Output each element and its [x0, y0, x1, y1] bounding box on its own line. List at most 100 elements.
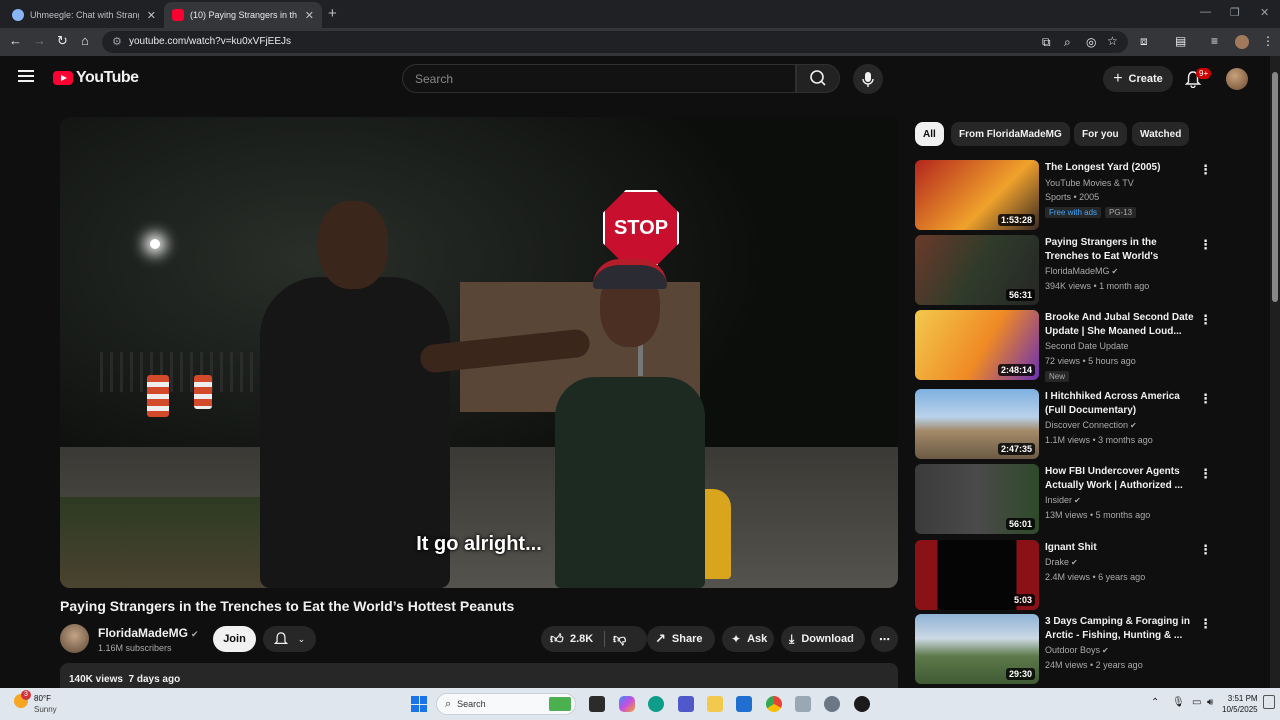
reload-icon[interactable]: ↻ [57, 33, 68, 49]
more-actions-button[interactable]: ⋯ [871, 626, 898, 652]
more-vertical-icon[interactable]: ⋮ [1199, 391, 1212, 407]
chip-all[interactable]: All [915, 122, 944, 146]
close-window-icon[interactable]: ✕ [1260, 6, 1269, 19]
video-thumbnail[interactable]: 56:31 [915, 235, 1039, 305]
share-button[interactable]: ↗ Share [647, 626, 715, 652]
recommended-channel[interactable]: Insider ✔ [1045, 495, 1081, 505]
create-button[interactable]: + Create [1103, 66, 1173, 92]
browser-tab-uhmeegle[interactable]: Uhmeegle: Chat with Strangers | ✕ [4, 2, 164, 28]
recommended-title[interactable]: Paying Strangers in the Trenches to Eat … [1045, 236, 1195, 264]
search-button[interactable] [796, 64, 840, 93]
account-avatar[interactable] [1226, 68, 1248, 90]
recommended-title[interactable]: 3 Days Camping & Foraging in Arctic - Fi… [1045, 615, 1195, 643]
channel-avatar[interactable] [60, 624, 89, 653]
task-view-icon[interactable] [589, 696, 605, 712]
recommended-title[interactable]: I Hitchhiked Across America (Full Docume… [1045, 390, 1195, 418]
settings-gear-icon[interactable] [824, 696, 840, 712]
screenshot-icon[interactable]: ◎ [1086, 35, 1096, 49]
video-thumbnail[interactable]: 56:01 [915, 464, 1039, 534]
recommended-video[interactable]: 5:03 Ignant Shit Drake ✔ 2.4M views • 6 y… [915, 540, 1215, 610]
channel-name-text[interactable]: FloridaMadeMG [1045, 266, 1110, 276]
more-vertical-icon[interactable]: ⋮ [1199, 237, 1212, 253]
close-tab-icon[interactable]: ✕ [305, 9, 314, 22]
channel-name-text[interactable]: Discover Connection [1045, 420, 1128, 430]
file-explorer-icon[interactable] [707, 696, 723, 712]
recommended-channel[interactable]: Second Date Update [1045, 341, 1129, 351]
recommended-video[interactable]: 2:47:35 I Hitchhiked Across America (Ful… [915, 389, 1215, 459]
bookmark-star-icon[interactable]: ☆ [1107, 34, 1118, 48]
search-box[interactable] [402, 64, 796, 93]
subscribed-notifications-button[interactable]: ⌄ [263, 626, 316, 652]
chrome-icon[interactable] [766, 696, 782, 712]
recommended-title[interactable]: Brooke And Jubal Second Date Update | Sh… [1045, 311, 1195, 339]
network-icon[interactable]: ▭ [1192, 697, 1201, 708]
video-thumbnail[interactable]: 1:53:28 [915, 160, 1039, 230]
chip-watched[interactable]: Watched [1132, 122, 1190, 146]
join-button[interactable]: Join [213, 626, 256, 652]
channel-name-text[interactable]: FloridaMadeMG [98, 626, 188, 640]
photos-icon[interactable] [795, 696, 811, 712]
more-vertical-icon[interactable]: ⋮ [1199, 616, 1212, 632]
windows-start-icon[interactable] [411, 696, 427, 712]
chip-for-you[interactable]: For you [1074, 122, 1127, 146]
recommended-channel[interactable]: FloridaMadeMG ✔ [1045, 266, 1118, 276]
voice-search-button[interactable] [853, 64, 883, 94]
microphone-tray-icon[interactable]: 🎙︎ [1172, 697, 1185, 708]
install-app-icon[interactable]: ⧉ [1042, 35, 1051, 50]
teams-icon[interactable] [678, 696, 694, 712]
channel-name-text[interactable]: Drake [1045, 557, 1069, 567]
volume-icon[interactable]: 🔊︎ [1207, 697, 1213, 708]
video-thumbnail[interactable]: 2:47:35 [915, 389, 1039, 459]
recording-app-icon[interactable] [854, 696, 870, 712]
microsoft-store-icon[interactable] [736, 696, 752, 712]
back-icon[interactable]: ← [9, 33, 22, 48]
address-bar[interactable]: ⚙ youtube.com/watch?v=ku0xVFjEEJs ⧉ ⌕ ◎ … [102, 31, 1128, 53]
dislike-icon[interactable]: 👎︎ [613, 631, 626, 647]
like-count[interactable]: 2.8K [570, 633, 593, 645]
sidebar-icon[interactable]: ▤ [1175, 34, 1186, 48]
extensions-icon[interactable]: ⧈ [1140, 34, 1148, 49]
recommended-title[interactable]: Ignant Shit [1045, 541, 1195, 555]
profile-avatar-icon[interactable] [1235, 35, 1249, 49]
minimize-icon[interactable]: — [1200, 6, 1211, 18]
channel-name-text[interactable]: Insider [1045, 495, 1072, 505]
home-icon[interactable]: ⌂ [81, 33, 89, 48]
recommended-title[interactable]: The Longest Yard (2005) [1045, 161, 1195, 175]
reading-list-icon[interactable]: ≡ [1211, 34, 1218, 48]
video-thumbnail[interactable]: 29:30 [915, 614, 1039, 684]
browser-menu-icon[interactable]: ⋮ [1262, 34, 1274, 48]
close-tab-icon[interactable]: ✕ [147, 9, 156, 22]
channel-name-text[interactable]: Outdoor Boys [1045, 645, 1100, 655]
recommended-video[interactable]: 29:30 3 Days Camping & Foraging in Arcti… [915, 614, 1215, 684]
edge-browser-icon[interactable] [648, 696, 664, 712]
video-thumbnail[interactable]: 2:48:14 [915, 310, 1039, 380]
menu-icon[interactable] [18, 70, 34, 82]
more-vertical-icon[interactable]: ⋮ [1199, 542, 1212, 558]
maximize-icon[interactable]: ❐ [1230, 6, 1240, 19]
search-input[interactable] [403, 65, 783, 92]
like-icon[interactable]: 👍︎ [550, 631, 564, 647]
more-vertical-icon[interactable]: ⋮ [1199, 312, 1212, 328]
video-thumbnail[interactable]: 5:03 [915, 540, 1039, 610]
notification-center-icon[interactable] [1263, 695, 1275, 709]
youtube-logo[interactable]: YouTube [53, 69, 139, 87]
copilot-icon[interactable] [619, 696, 635, 712]
show-hidden-icons[interactable]: ⌃ [1151, 697, 1159, 708]
ask-button[interactable]: ✦ Ask [722, 626, 774, 652]
recommended-channel[interactable]: Outdoor Boys ✔ [1045, 645, 1109, 655]
system-clock[interactable]: 3:51 PM 10/5/2025 [1222, 693, 1258, 715]
zoom-icon[interactable]: ⌕ [1064, 35, 1071, 50]
download-button[interactable]: ⤓ Download [781, 626, 865, 652]
recommended-video[interactable]: 56:01 How FBI Undercover Agents Actually… [915, 464, 1215, 534]
new-tab-icon[interactable]: + [328, 5, 337, 22]
more-vertical-icon[interactable]: ⋮ [1199, 162, 1212, 178]
site-info-icon[interactable]: ⚙ [112, 35, 122, 48]
recommended-channel[interactable]: Discover Connection ✔ [1045, 420, 1137, 430]
more-vertical-icon[interactable]: ⋮ [1199, 466, 1212, 482]
recommended-title[interactable]: How FBI Undercover Agents Actually Work … [1045, 465, 1195, 493]
recommended-video[interactable]: 2:48:14 Brooke And Jubal Second Date Upd… [915, 310, 1215, 382]
scrollbar-thumb[interactable] [1272, 72, 1278, 302]
browser-tab-youtube[interactable]: (10) Paying Strangers in the Tre ✕ [164, 2, 322, 28]
recommended-channel[interactable]: Drake ✔ [1045, 557, 1078, 567]
recommended-video[interactable]: 1:53:28 The Longest Yard (2005) YouTube … [915, 160, 1215, 230]
